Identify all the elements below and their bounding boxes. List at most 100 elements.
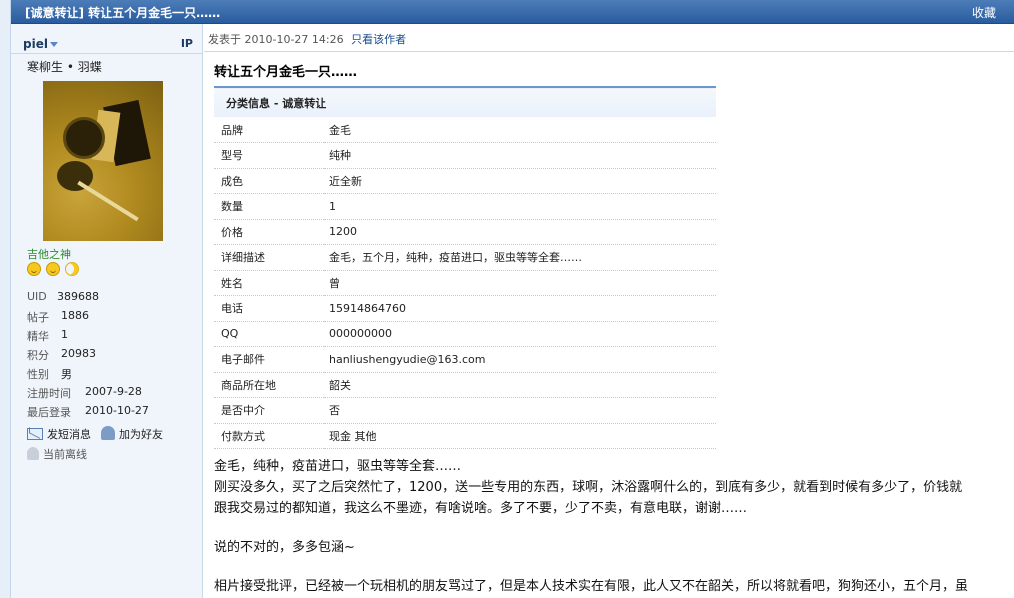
stat-registered: 注册时间 2007-9-28 xyxy=(27,385,197,404)
stat-value: 20983 xyxy=(61,347,96,360)
sun-icon xyxy=(27,262,41,276)
posted-time: 2010-10-27 14:26 xyxy=(244,33,344,46)
body-paragraph: 跟我交易过的都知道，我这么不墨迹，有啥说啥。多了不要，少了不卖，有意电联，谢谢…… xyxy=(214,501,748,516)
rank-stars xyxy=(27,262,79,278)
stat-points: 积分 20983 xyxy=(27,347,197,366)
row-value: 1 xyxy=(329,199,336,213)
row-value: 曾 xyxy=(329,276,340,290)
row-key: 品牌 xyxy=(221,123,243,137)
row-key: 成色 xyxy=(221,174,243,188)
body-paragraph: 说的不对的，多多包涵~ xyxy=(214,540,355,555)
row-value: 纯种 xyxy=(329,149,351,163)
add-friend-label: 加为好友 xyxy=(119,428,163,441)
row-key: 价格 xyxy=(221,225,243,239)
row-value: hanliushengyudie@163.com xyxy=(329,352,486,366)
row-key: 付款方式 xyxy=(221,429,265,443)
stat-value: 1 xyxy=(61,328,68,341)
thread-titlebar: [诚意转让] 转让五个月金毛一只…… 收藏 xyxy=(11,0,1014,24)
stat-value: 389688 xyxy=(57,290,99,303)
post-content: 发表于 2010-10-27 14:26 只看该作者 转让五个月金毛一只…… 分… xyxy=(204,24,1014,598)
table-header: 分类信息 - 诚意转让 xyxy=(226,96,327,110)
ip-link[interactable]: IP xyxy=(181,37,193,50)
table-row: 成色 近全新 xyxy=(214,168,716,194)
moon-icon xyxy=(64,262,79,276)
body-paragraph: 相片接受批评，已经被一个玩相机的朋友骂过了，但是本人技术实在有限，此人又不在韶关… xyxy=(214,579,969,594)
table-row: 价格 1200 xyxy=(214,219,716,245)
stat-label: 最后登录 xyxy=(27,406,71,419)
row-value: 000000000 xyxy=(329,327,392,341)
author-sidebar: piel IP 寒柳生 • 羽蝶 吉他之神 UID 389688 帖子 1886 精… xyxy=(11,24,203,598)
author-only-link[interactable]: 只看该作者 xyxy=(351,33,406,46)
chevron-down-icon[interactable] xyxy=(49,42,58,47)
stat-value: 1886 xyxy=(61,309,89,322)
row-key: 电子邮件 xyxy=(221,353,265,367)
body-paragraph: 刚买没多久，买了之后突然忙了，1200，送一些专用的东西，球啊，沐浴露啊什么的，… xyxy=(214,480,963,495)
stat-last-login: 最后登录 2010-10-27 xyxy=(27,404,197,423)
row-key: 型号 xyxy=(221,149,243,163)
stat-label: 积分 xyxy=(27,349,49,362)
add-user-icon xyxy=(101,426,115,440)
row-value: 否 xyxy=(329,404,340,418)
row-key: 商品所在地 xyxy=(221,378,276,392)
author-header: piel IP xyxy=(11,36,203,54)
avatar-shape xyxy=(63,117,105,159)
table-row: QQ 000000000 xyxy=(214,321,716,347)
author-name-menu[interactable]: piel xyxy=(23,37,58,51)
stat-digest: 精华 1 xyxy=(27,328,197,347)
table-row: 付款方式 现金 其他 xyxy=(214,423,716,449)
row-value: 15914864760 xyxy=(329,301,406,315)
stat-uid: UID 389688 xyxy=(27,290,197,309)
stat-value: 2007-9-28 xyxy=(85,385,142,398)
row-value: 金毛，五个月，纯种，疫苗进口，驱虫等等全套…… xyxy=(329,251,582,265)
row-value: 现金 其他 xyxy=(329,429,377,443)
stat-label: 性别 xyxy=(27,368,49,381)
stat-label: 帖子 xyxy=(27,311,49,324)
row-key: 数量 xyxy=(221,200,243,214)
send-message-button[interactable]: 发短消息 xyxy=(27,426,91,442)
sun-icon xyxy=(45,262,60,276)
divider xyxy=(204,51,1014,52)
classified-info-table: 分类信息 - 诚意转让 品牌 金毛 型号 纯种 成色 近全新 数量 1 价格 1200 详… xyxy=(214,86,716,449)
row-key: 是否中介 xyxy=(221,404,265,418)
row-key: 姓名 xyxy=(221,276,243,290)
stat-value: 2010-10-27 xyxy=(85,404,149,417)
avatar[interactable] xyxy=(43,81,163,241)
send-message-label: 发短消息 xyxy=(47,428,91,441)
table-row: 型号 纯种 xyxy=(214,143,716,168)
favorite-link[interactable]: 收藏 xyxy=(972,4,996,21)
row-key: 电话 xyxy=(221,302,243,316)
row-key: 详细描述 xyxy=(221,251,265,265)
post-title: 转让五个月金毛一只…… xyxy=(214,65,358,80)
posted-label: 发表于 xyxy=(208,33,241,46)
avatar-shape xyxy=(77,180,139,222)
table-row: 商品所在地 韶关 xyxy=(214,372,716,398)
author-stats: UID 389688 帖子 1886 精华 1 积分 20983 性别男 注册时间 200… xyxy=(27,290,197,423)
post-body: 金毛，纯种，疫苗进口，驱虫等等全套…… 刚买没多久，买了之后突然忙了，1200，… xyxy=(214,456,1014,597)
stat-label: 精华 xyxy=(27,330,49,343)
table-row: 电话 15914864760 xyxy=(214,296,716,321)
online-status-label: 当前离线 xyxy=(43,448,87,461)
stat-value: 男 xyxy=(61,368,72,381)
table-header-row: 分类信息 - 诚意转让 xyxy=(214,87,716,117)
author-rank: 吉他之神 xyxy=(27,248,71,261)
row-value: 1200 xyxy=(329,225,357,239)
author-name[interactable]: piel xyxy=(23,37,48,51)
add-friend-button[interactable]: 加为好友 xyxy=(101,426,163,442)
post-meta: 发表于 2010-10-27 14:26 只看该作者 xyxy=(208,31,406,47)
row-value: 韶关 xyxy=(329,378,351,392)
table-row: 电子邮件 hanliushengyudie@163.com xyxy=(214,347,716,372)
row-key: QQ xyxy=(221,327,239,341)
online-status: 当前离线 xyxy=(27,446,203,462)
table-row: 姓名 曾 xyxy=(214,270,716,296)
stat-posts: 帖子 1886 xyxy=(27,309,197,328)
table-row: 数量 1 xyxy=(214,194,716,219)
envelope-icon xyxy=(27,428,43,440)
stat-gender: 性别男 xyxy=(27,366,197,385)
table-row: 品牌 金毛 xyxy=(214,117,716,143)
stat-label: 注册时间 xyxy=(27,387,71,400)
left-edge-stripe xyxy=(0,0,11,598)
author-actions: 发短消息 加为好友 当前离线 xyxy=(27,426,203,462)
thread-title: [诚意转让] 转让五个月金毛一只…… xyxy=(25,6,221,20)
